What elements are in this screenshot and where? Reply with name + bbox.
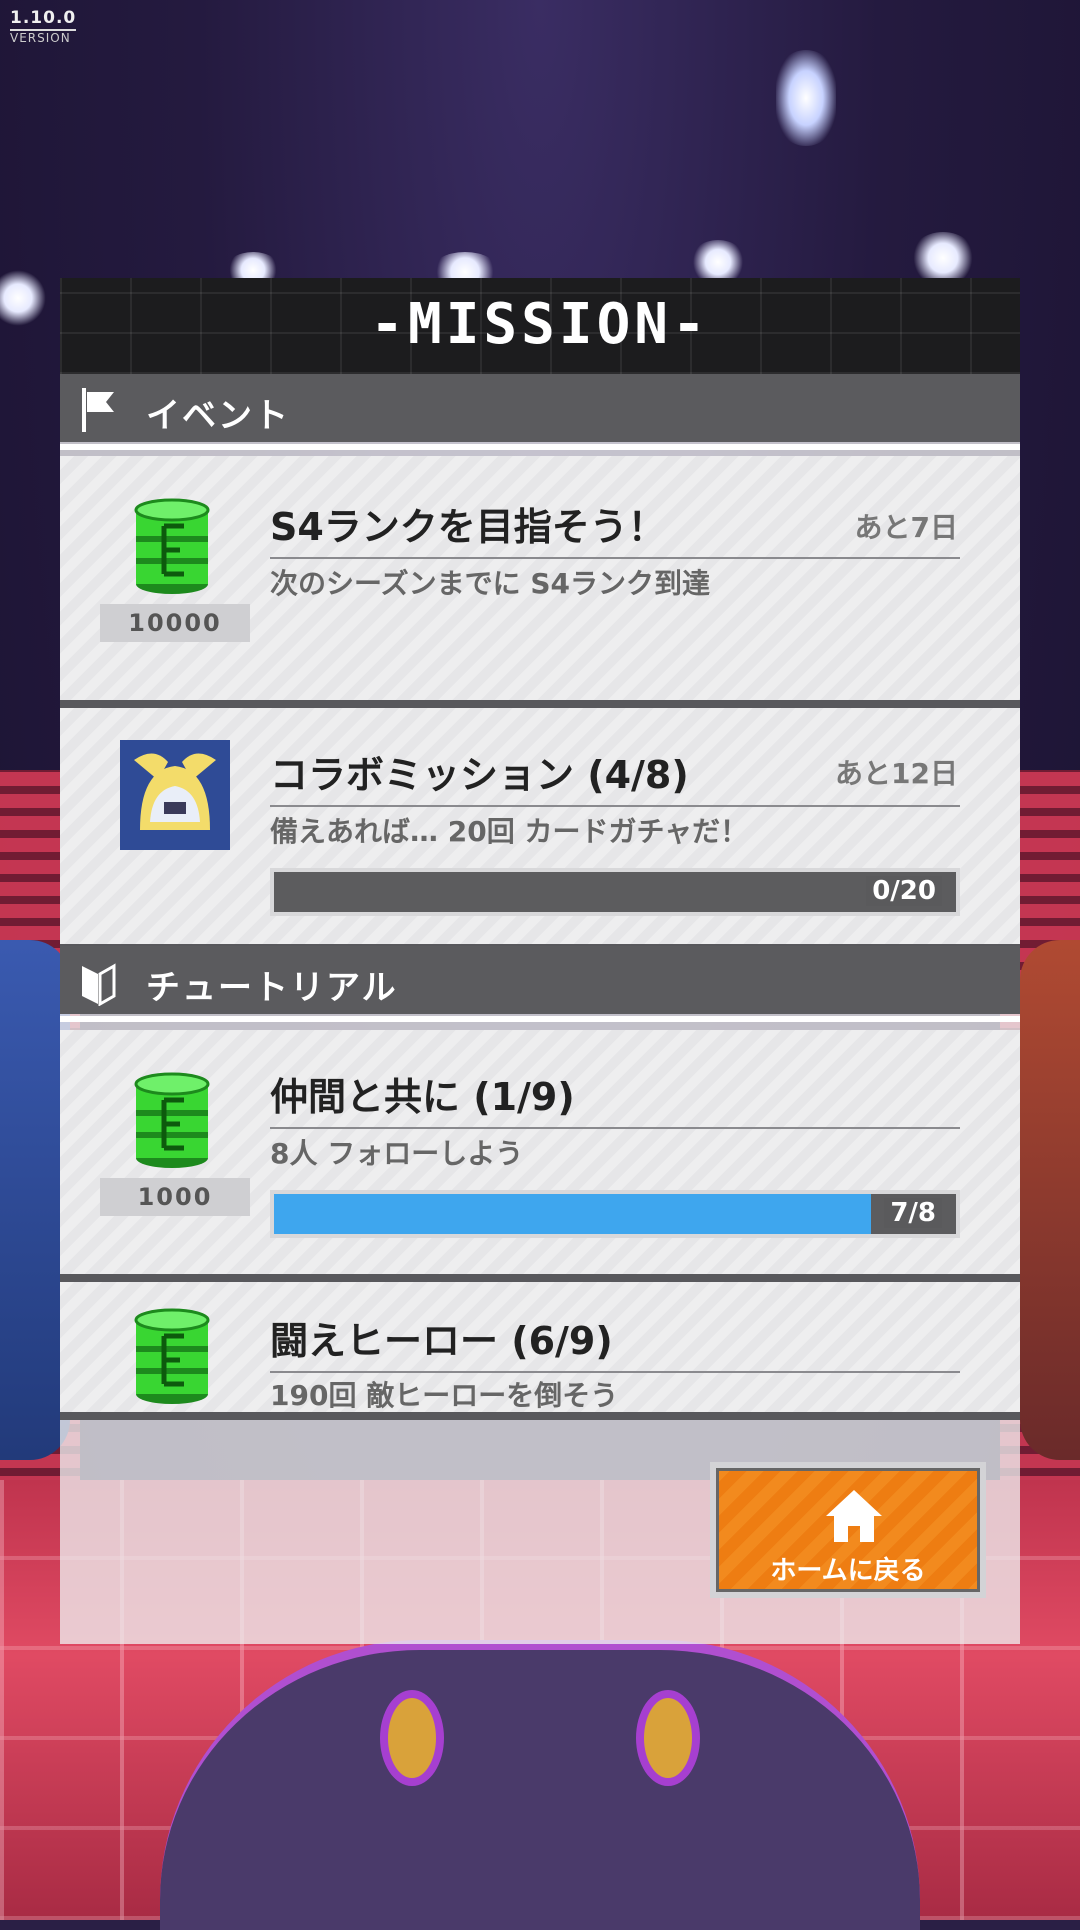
version-indicator: 1.10.0 VERSION (10, 8, 77, 45)
mission-description: 次のシーズンまでに S4ランク到達 (270, 567, 710, 600)
mission-card[interactable]: 10000 S4ランクを目指そう！ あと7日 次のシーズンまでに S4ランク到達 (60, 456, 1020, 708)
green-barrel-icon (134, 1308, 210, 1404)
spotlight (910, 232, 976, 284)
character-avatar-icon (120, 740, 230, 850)
ceiling-lantern (776, 50, 836, 146)
green-barrel-icon (134, 1072, 210, 1168)
mission-card[interactable]: コラボミッション (4/8) あと12日 備えあれば… 20回 カードガチャだ！… (60, 708, 1020, 952)
reward-count: 10000 (100, 604, 250, 642)
flag-icon (82, 388, 114, 432)
mission-title: 仲間と共に (1/9) (270, 1066, 960, 1129)
beginner-mark-icon (82, 963, 116, 1006)
mission-remaining-days: あと7日 (854, 511, 958, 544)
reward-count: 1000 (100, 1178, 250, 1216)
home-button-label: ホームに戻る (770, 1556, 926, 1586)
mission-panel: -MISSION- イベント 10000 S4ランクを目指そう！ あと7日 次の… (60, 278, 1020, 1644)
mission-card[interactable]: 闘えヒーロー (6/9) 190回 敵ヒーローを倒そう (60, 1282, 1020, 1420)
mission-panel-header: -MISSION- (60, 278, 1020, 374)
home-icon (826, 1490, 882, 1542)
version-label: VERSION (10, 31, 71, 45)
section-label-event: イベント (146, 396, 290, 436)
mission-description: 備えあれば… 20回 カードガチャだ！ (270, 815, 749, 848)
mission-description: 190回 敵ヒーローを倒そう (270, 1379, 619, 1412)
panel-title: -MISSION- (370, 292, 710, 357)
progress-fill (274, 1194, 871, 1234)
version-number: 1.10.0 (10, 8, 77, 31)
section-header-event: イベント (60, 374, 1020, 450)
mission-title: 闘えヒーロー (6/9) (270, 1310, 960, 1373)
background-character-right (1020, 940, 1080, 1460)
mission-remaining-days: あと12日 (835, 757, 958, 790)
spotlight (0, 270, 46, 326)
mission-description: 8人 フォローしよう (270, 1137, 524, 1170)
home-button[interactable]: ホームに戻る (710, 1462, 986, 1598)
progress-text: 7/8 (884, 1198, 942, 1228)
green-barrel-icon (134, 498, 210, 594)
mission-progress-bar: 7/8 (270, 1190, 960, 1238)
mission-progress-bar: 0/20 (270, 868, 960, 916)
mission-card[interactable]: 1000 仲間と共に (1/9) 8人 フォローしよう 7/8 (60, 1030, 1020, 1282)
section-header-tutorial: チュートリアル (60, 946, 1020, 1022)
section-label-tutorial: チュートリアル (146, 968, 398, 1008)
progress-text: 0/20 (866, 876, 942, 906)
